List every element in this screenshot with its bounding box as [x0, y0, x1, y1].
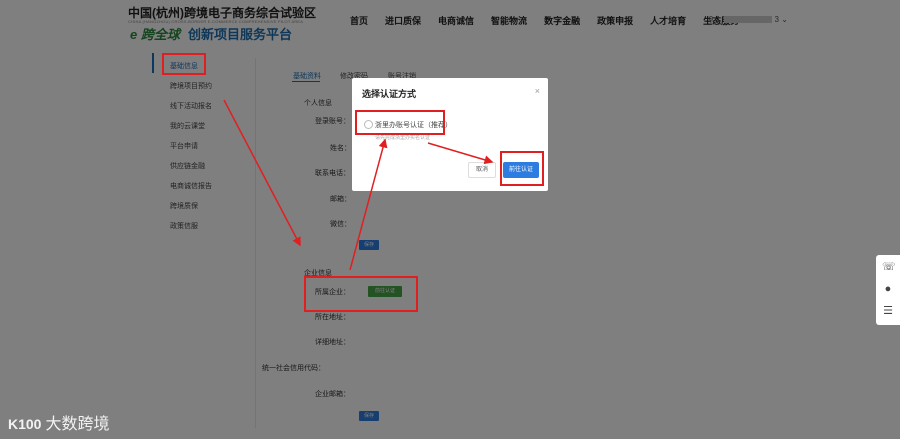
option-radio[interactable] [364, 120, 373, 129]
option-hint: 请先完成浙里办实名认证 [375, 135, 431, 141]
list-icon[interactable]: ☰ [882, 305, 894, 317]
certification-dialog: 选择认证方式 × 浙里办账号认证（推荐） 请先完成浙里办实名认证 取消 前往认证 [352, 78, 548, 191]
watermark-logo-icon: K100 [8, 416, 42, 432]
chat-icon[interactable]: ● [882, 283, 894, 295]
option-zheliban-label[interactable]: 浙里办账号认证（推荐） [375, 120, 452, 130]
floating-toolbar: ☏ ● ☰ [876, 255, 900, 325]
cancel-button[interactable]: 取消 [468, 162, 496, 178]
close-icon[interactable]: × [535, 86, 540, 96]
dialog-title: 选择认证方式 [362, 89, 417, 99]
watermark: K100 大数跨境 [8, 410, 109, 434]
watermark-text: 大数跨境 [45, 416, 110, 433]
confirm-certify-button[interactable]: 前往认证 [503, 162, 539, 178]
phone-icon[interactable]: ☏ [882, 261, 896, 273]
modal-overlay[interactable] [0, 0, 900, 439]
